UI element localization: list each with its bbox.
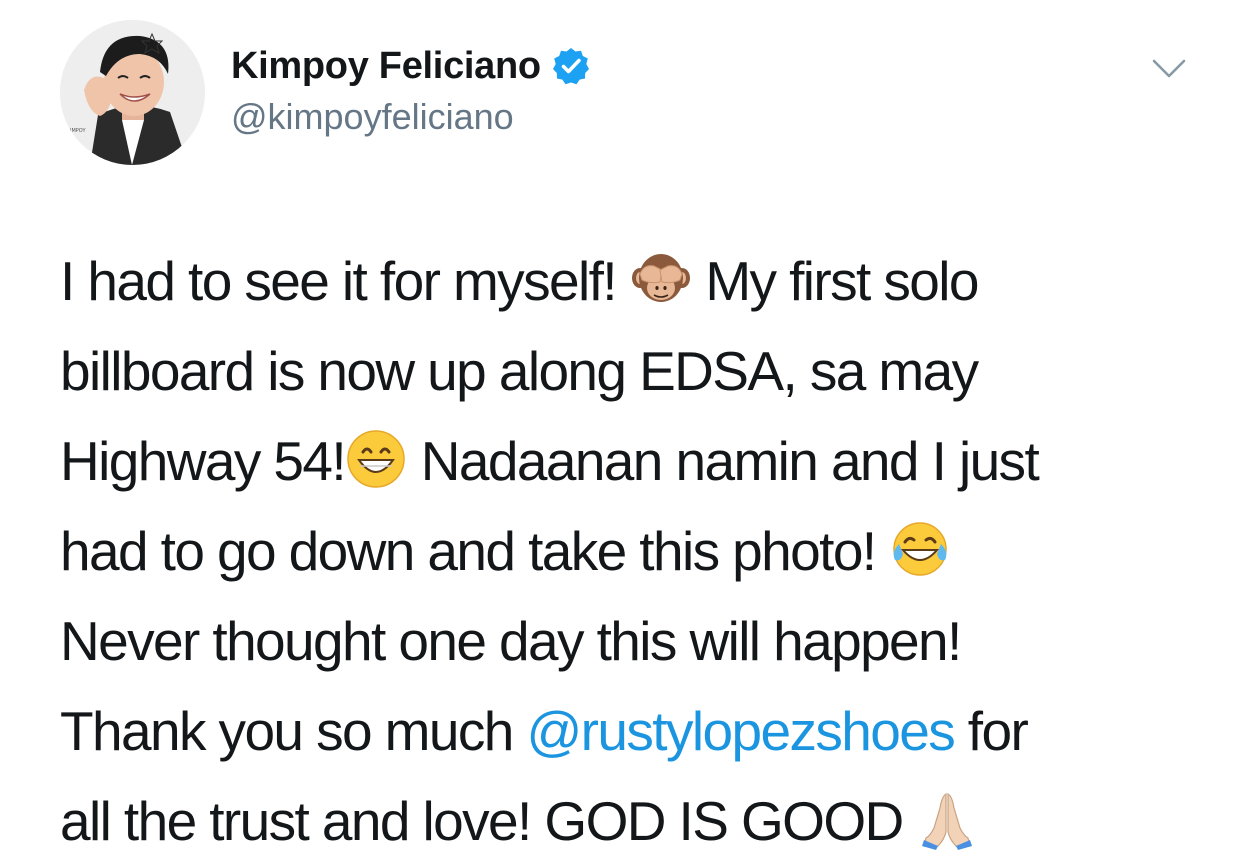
folded-hands-emoji (916, 788, 978, 851)
tweet-line: Never thought one day this will happen! (60, 596, 1210, 686)
tweet-text-segment: Never thought one day this will happen! (60, 610, 962, 672)
tweet-text-segment: billboard is now up along EDSA, sa may (60, 340, 979, 402)
author-name-row[interactable]: Kimpoy Feliciano (231, 44, 591, 88)
verified-badge-icon (551, 46, 591, 86)
tweet-line: Highway 54! Nadaanan namin and I just (60, 416, 1210, 506)
see-no-evil-monkey-emoji (630, 248, 692, 310)
author-handle[interactable]: @kimpoyfeliciano (231, 96, 514, 138)
chevron-down-icon[interactable] (1152, 58, 1186, 80)
tweet-text-segment: Highway 54! (60, 430, 347, 492)
svg-text:IMPOY: IMPOY (70, 128, 86, 134)
grinning-face-emoji (345, 428, 407, 490)
tweet-line: had to go down and take this photo! (60, 506, 1210, 596)
avatar[interactable]: IMPOY (60, 20, 205, 165)
tweet-text-segment: Thank you so much (60, 700, 527, 762)
tweet-text-segment: Nadaanan namin and I just (407, 430, 1040, 492)
tweet-line: all the trust and love! GOD IS GOOD (60, 776, 1210, 866)
tweet-text-segment: all the trust and love! GOD IS GOOD (60, 790, 917, 852)
tweet-text-segment: I had to see it for myself! (60, 250, 630, 312)
tweet-text-segment: My first solo (691, 250, 979, 312)
tweet-text: I had to see it for myself! My first sol… (60, 236, 1210, 866)
tweet-text-segment: had to go down and take this photo! (60, 520, 890, 582)
tears-of-joy-emoji (889, 518, 951, 580)
tweet-line: Thank you so much @rustylopezshoes for (60, 686, 1210, 776)
tweet-text-segment: for (954, 700, 1029, 762)
mention-link[interactable]: @rustylopezshoes (526, 700, 955, 762)
tweet-card: IMPOY Kimpoy Feliciano @kimpoyfeliciano … (0, 0, 1242, 867)
author-display-name[interactable]: Kimpoy Feliciano (231, 45, 541, 88)
tweet-line: billboard is now up along EDSA, sa may (60, 326, 1210, 416)
tweet-line: I had to see it for myself! My first sol… (60, 236, 1210, 326)
